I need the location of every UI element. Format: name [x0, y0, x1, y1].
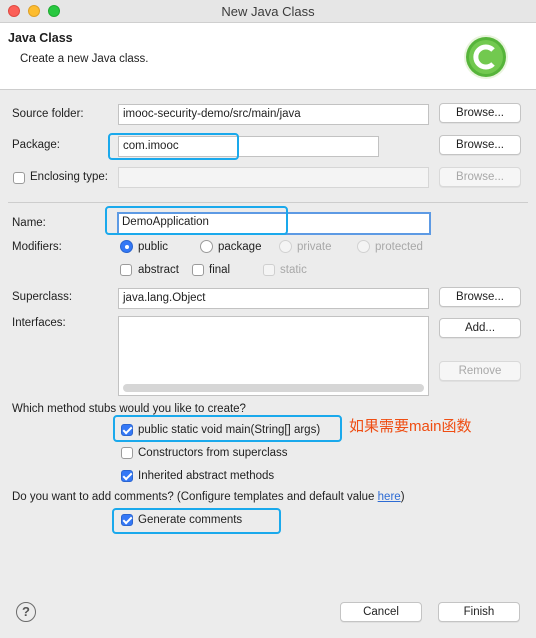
remove-interface-button[interactable]: Remove — [439, 361, 521, 381]
configure-templates-link[interactable]: here — [378, 491, 401, 503]
main-annotation: 如果需要main函数 — [349, 418, 472, 435]
comments-question-text: Do you want to add comments? (Configure … — [12, 491, 378, 503]
constructors-checkbox[interactable] — [121, 447, 133, 459]
abstract-checkbox[interactable] — [120, 264, 132, 276]
window-title: New Java Class — [221, 4, 315, 19]
finish-button[interactable]: Finish — [438, 602, 520, 622]
enclosing-type-browse-button[interactable]: Browse... — [439, 167, 521, 187]
interfaces-label: Interfaces: — [12, 317, 66, 329]
enclosing-type-field[interactable] — [118, 167, 429, 188]
public-radio[interactable] — [120, 240, 133, 253]
static-checkbox[interactable] — [263, 264, 275, 276]
superclass-label: Superclass: — [12, 291, 73, 303]
method-stubs-question: Which method stubs would you like to cre… — [12, 403, 246, 415]
java-class-icon — [464, 35, 508, 79]
package-highlight-box — [108, 133, 239, 160]
enclosing-type-checkbox[interactable] — [13, 172, 25, 184]
inherited-methods-label: Inherited abstract methods — [138, 470, 275, 482]
interfaces-scrollbar[interactable] — [123, 384, 424, 392]
enclosing-type-label: Enclosing type: — [30, 171, 108, 183]
private-radio-label: private — [297, 241, 332, 253]
source-folder-field[interactable]: imooc-security-demo/src/main/java — [118, 104, 429, 125]
package-radio[interactable] — [200, 240, 213, 253]
cancel-button[interactable]: Cancel — [340, 602, 422, 622]
interfaces-list[interactable] — [118, 316, 429, 396]
abstract-label: abstract — [138, 264, 179, 276]
name-highlight-box — [105, 206, 288, 235]
package-browse-button[interactable]: Browse... — [439, 135, 521, 155]
inherited-methods-checkbox[interactable] — [121, 470, 133, 482]
generate-comments-highlight-box — [112, 508, 281, 534]
wizard-header: Java Class Create a new Java class. — [0, 23, 536, 90]
help-icon[interactable]: ? — [16, 602, 36, 622]
name-label: Name: — [12, 217, 46, 229]
public-radio-label: public — [138, 241, 169, 253]
add-interface-button[interactable]: Add... — [439, 318, 521, 338]
source-folder-browse-button[interactable]: Browse... — [439, 103, 521, 123]
main-method-highlight-box — [113, 415, 342, 442]
modifiers-label: Modifiers: — [12, 241, 62, 253]
superclass-field[interactable]: java.lang.Object — [118, 288, 429, 309]
source-folder-label: Source folder: — [12, 108, 84, 120]
protected-radio[interactable] — [357, 240, 370, 253]
static-label: static — [280, 264, 307, 276]
comments-question: Do you want to add comments? (Configure … — [12, 491, 405, 503]
wizard-description: Create a new Java class. — [20, 53, 149, 65]
package-radio-label: package — [218, 241, 262, 253]
private-radio[interactable] — [279, 240, 292, 253]
title-bar: New Java Class — [0, 0, 536, 23]
final-checkbox[interactable] — [192, 264, 204, 276]
package-label: Package: — [12, 139, 60, 151]
final-label: final — [209, 264, 231, 276]
protected-radio-label: protected — [375, 241, 423, 253]
comments-question-end: ) — [400, 491, 405, 503]
superclass-browse-button[interactable]: Browse... — [439, 287, 521, 307]
constructors-label: Constructors from superclass — [138, 447, 288, 459]
wizard-title: Java Class — [8, 31, 73, 45]
separator — [8, 202, 528, 203]
